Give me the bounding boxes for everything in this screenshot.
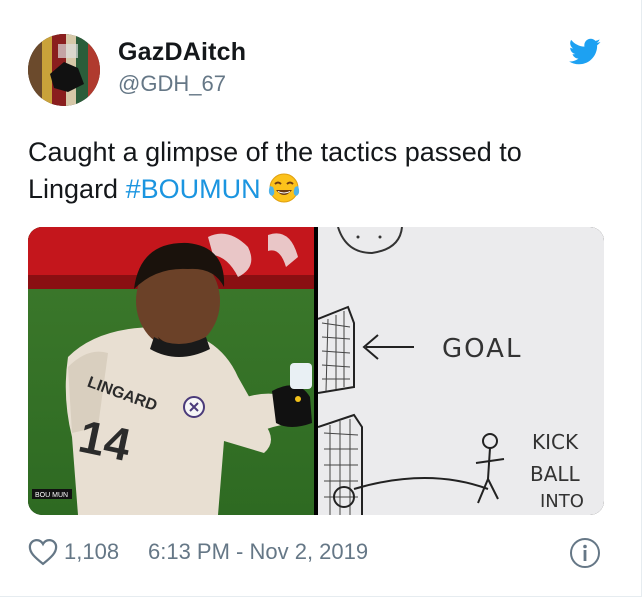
heart-icon[interactable]	[28, 538, 58, 566]
ball-label: BALL	[530, 462, 581, 486]
info-icon[interactable]	[569, 537, 601, 569]
kick-label: KICK	[532, 430, 579, 454]
goal-label: GOAL	[442, 334, 522, 364]
avatar[interactable]	[28, 34, 100, 106]
tweet-card: GazDAitch @GDH_67 Caught a glimpse of th…	[0, 0, 642, 597]
hashtag-link[interactable]: #BOUMUN	[126, 174, 261, 204]
like-count[interactable]: 1,108	[64, 539, 119, 565]
tweet-media[interactable]: LINGARD 14 BOU MUN GOAL KICK BALL INTO	[28, 227, 604, 515]
tv-score-badge: BOU MUN	[35, 492, 68, 499]
author-display-name[interactable]: GazDAitch	[118, 38, 246, 67]
tweet-text: Caught a glimpse of the tactics passed t…	[28, 134, 608, 214]
lingard-photo[interactable]: LINGARD 14 BOU MUN	[28, 227, 314, 515]
tears-of-joy-emoji-icon	[267, 172, 301, 214]
tactics-drawing-photo[interactable]: GOAL KICK BALL INTO	[318, 227, 604, 515]
twitter-bird-icon[interactable]	[569, 38, 601, 66]
author-handle[interactable]: @GDH_67	[118, 71, 226, 97]
tweet-footer: 1,108 6:13 PM - Nov 2, 2019	[28, 534, 608, 568]
avatar-photo-icon	[28, 34, 100, 106]
tweet-timestamp[interactable]: 6:13 PM - Nov 2, 2019	[148, 539, 368, 565]
into-label: INTO	[540, 491, 584, 512]
